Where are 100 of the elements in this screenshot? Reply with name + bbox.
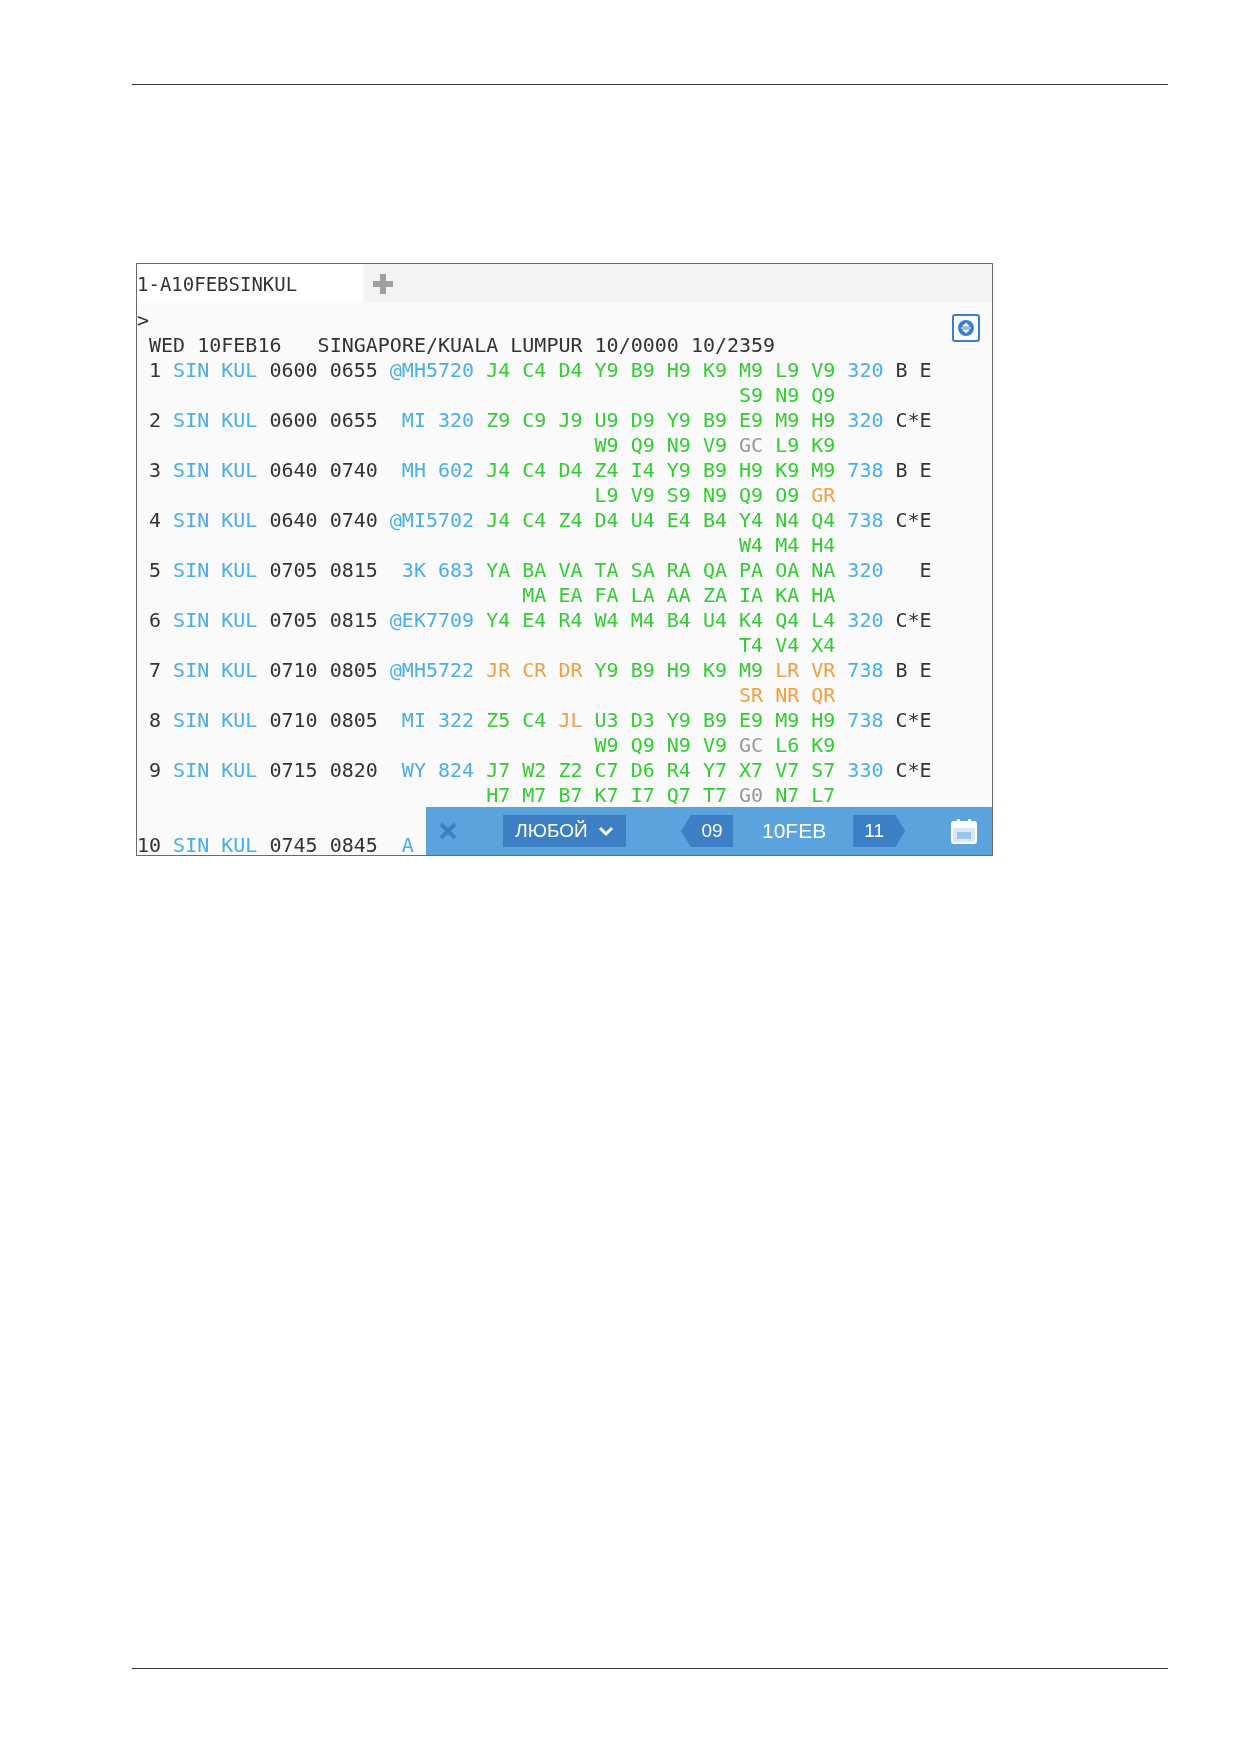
flight-number: @EK7709 <box>389 608 475 633</box>
class-code: K9 <box>811 733 836 758</box>
scroll-arrows-icon[interactable] <box>952 314 980 342</box>
class-code: J9 <box>558 408 583 433</box>
meal-code: B E <box>895 458 932 483</box>
city-code: SIN <box>173 558 210 583</box>
city-code: KUL <box>221 558 258 583</box>
calendar-icon[interactable] <box>950 817 978 845</box>
class-code: OA <box>775 558 800 583</box>
tab[interactable]: 1-A10FEBSINKUL <box>137 264 363 303</box>
city-code: SIN <box>173 658 210 683</box>
class-code: Y9 <box>666 408 691 433</box>
city-code: SIN <box>173 708 210 733</box>
class-code: TA <box>594 558 619 583</box>
departure-time: 0710 <box>269 708 318 733</box>
class-code: J7 <box>486 758 511 783</box>
class-code: L9 <box>594 483 619 508</box>
class-code: C4 <box>522 458 547 483</box>
flight-number: MH 602 <box>400 458 475 483</box>
class-code: M4 <box>775 533 800 558</box>
class-code: K9 <box>702 358 727 383</box>
class-code: W2 <box>522 758 547 783</box>
aircraft-type: 330 <box>847 758 884 783</box>
arrival-time: 0815 <box>329 608 378 633</box>
class-code: B9 <box>630 658 655 683</box>
filter-dropdown[interactable]: ЛЮБОЙ <box>503 815 626 847</box>
row-number: 9 <box>148 758 162 783</box>
class-code: CR <box>522 658 547 683</box>
class-code: K4 <box>739 608 764 633</box>
chevron-down-icon <box>597 825 614 837</box>
aircraft-type: 320 <box>847 558 884 583</box>
aircraft-type: 738 <box>847 508 884 533</box>
class-code: Y9 <box>594 358 619 383</box>
class-code: N4 <box>775 508 800 533</box>
class-code: V9 <box>702 733 727 758</box>
class-code: BA <box>522 558 547 583</box>
class-code: D4 <box>558 358 583 383</box>
class-code: DR <box>558 658 583 683</box>
class-code: Z9 <box>486 408 511 433</box>
class-code: U4 <box>702 608 727 633</box>
prompt-text: > <box>137 308 150 333</box>
departure-time: 0715 <box>269 758 318 783</box>
class-code: E9 <box>739 708 764 733</box>
city-code: KUL <box>221 408 258 433</box>
meal-code: C*E <box>895 508 932 533</box>
class-code: IA <box>739 583 764 608</box>
class-code: JR <box>486 658 511 683</box>
class-code: H9 <box>739 458 764 483</box>
class-code: MA <box>522 583 547 608</box>
class-code: B4 <box>666 608 691 633</box>
previous-day-button[interactable]: 09 <box>681 815 733 847</box>
class-code: L9 <box>775 433 800 458</box>
class-code: Z4 <box>594 458 619 483</box>
aircraft-type: 320 <box>847 608 884 633</box>
class-code: Y4 <box>739 508 764 533</box>
class-code: B9 <box>702 708 727 733</box>
class-code: T4 <box>739 633 764 658</box>
plus-icon[interactable] <box>373 273 393 294</box>
class-code: N9 <box>775 383 800 408</box>
class-code: N9 <box>702 483 727 508</box>
city-code: KUL <box>221 458 258 483</box>
class-code: O9 <box>775 483 800 508</box>
class-code: RA <box>666 558 691 583</box>
class-code: X7 <box>739 758 764 783</box>
arrival-time: 0805 <box>329 708 378 733</box>
class-code: L4 <box>811 608 836 633</box>
row-number: 4 <box>148 508 162 533</box>
class-code: R4 <box>558 608 583 633</box>
class-code: N7 <box>775 783 800 808</box>
arrival-time: 0815 <box>329 558 378 583</box>
meal-code: C*E <box>895 758 932 783</box>
city-code: SIN <box>173 458 210 483</box>
class-code: Q9 <box>811 383 836 408</box>
arrival-time: 0820 <box>329 758 378 783</box>
arrival-time: 0740 <box>329 508 378 533</box>
city-code: SIN <box>173 608 210 633</box>
class-code: S9 <box>739 383 764 408</box>
class-code: Q9 <box>630 733 655 758</box>
arrival-time: 0655 <box>329 358 378 383</box>
meal-code: B E <box>895 358 932 383</box>
class-code: K7 <box>594 783 619 808</box>
close-icon[interactable] <box>438 821 458 841</box>
class-code: D4 <box>594 508 619 533</box>
class-code: Q9 <box>630 433 655 458</box>
class-code: LR <box>775 658 800 683</box>
arrival-time: 0655 <box>329 408 378 433</box>
city-code: KUL <box>221 708 258 733</box>
class-code: Y9 <box>666 708 691 733</box>
class-code: HA <box>811 583 836 608</box>
city-code: SIN <box>173 508 210 533</box>
row-number: 8 <box>148 708 162 733</box>
flight-number: @MI5702 <box>389 508 475 533</box>
class-code: B9 <box>702 458 727 483</box>
class-code: M7 <box>522 783 547 808</box>
next-day-button[interactable]: 11 <box>853 815 906 847</box>
class-code: YA <box>486 558 511 583</box>
class-code: LA <box>630 583 655 608</box>
class-code: G0 <box>739 783 764 808</box>
class-code: W9 <box>594 433 619 458</box>
flight-number: MI 320 <box>400 408 475 433</box>
